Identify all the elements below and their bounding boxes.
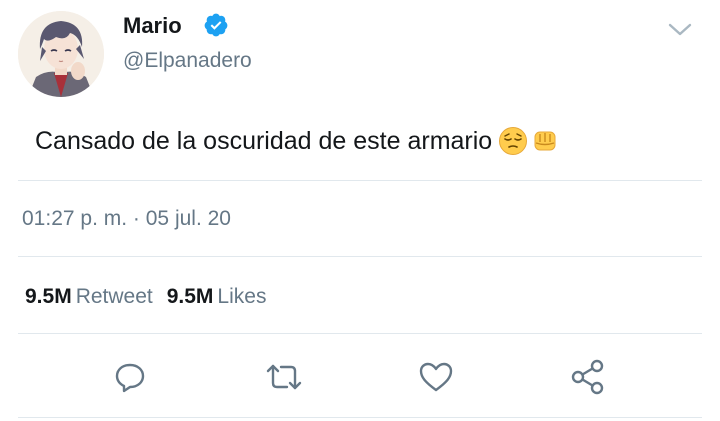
tweet-text: Cansado de la oscuridad de este armario [35,124,560,159]
tweet-time: 01:27 p. m. [22,207,128,230]
share-button[interactable] [568,357,608,397]
display-name[interactable]: Mario [123,12,182,40]
divider [18,333,702,334]
reply-button[interactable] [110,357,150,397]
avatar-illustration [18,11,104,97]
oncoming-fist-emoji-icon [530,125,560,159]
likes-label: Likes [217,285,267,308]
tweet-text-body: Cansado de la oscuridad de este armario [35,127,493,155]
tweet-timestamp[interactable]: 01:27 p. m. · 05 jul. 20 [22,205,231,233]
tweet-date: 05 jul. 20 [145,207,231,230]
retweets-count: 9.5M [25,285,72,308]
likes-stat[interactable]: 9.5M Likes [167,285,281,308]
reply-icon [115,363,145,393]
tweet-stats: 9.5M Retweet 9.5M Likes [25,283,280,311]
divider [18,417,702,418]
retweet-icon [266,364,302,390]
like-icon [419,362,453,392]
tweet-card: Mario @Elpanadero Cansado de la oscurida… [0,0,720,421]
user-handle[interactable]: @Elpanadero [123,47,252,75]
pensive-face-emoji-icon [498,125,528,159]
chevron-down-icon[interactable] [666,16,694,44]
retweet-button[interactable] [264,357,304,397]
timestamp-separator: · [132,207,140,230]
retweets-label: Retweet [75,285,153,308]
likes-count: 9.5M [166,285,214,308]
like-button[interactable] [416,357,456,397]
divider [18,180,702,181]
divider [18,256,702,257]
share-icon [571,359,604,395]
avatar[interactable] [18,11,104,97]
verified-badge-icon [203,12,229,38]
retweets-stat[interactable]: 9.5M Retweet [25,285,167,308]
